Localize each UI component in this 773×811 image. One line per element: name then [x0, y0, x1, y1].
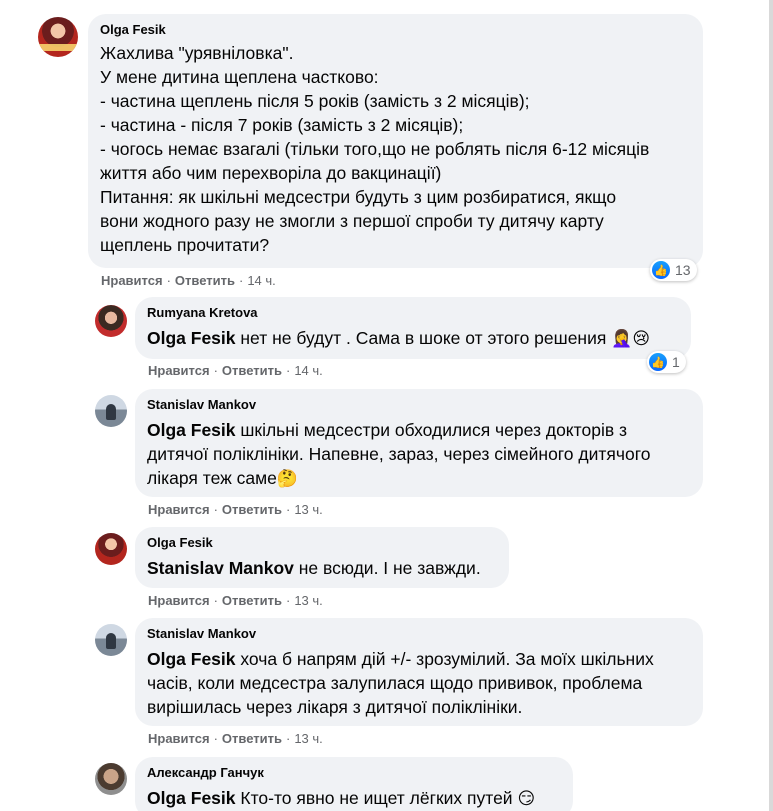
- comment-bubble: Stanislav Mankov Olga Fesik хоча б напря…: [135, 618, 703, 726]
- comment-author[interactable]: Olga Fesik: [100, 22, 691, 38]
- comment-text: Жахлива "урявніловка". У мене дитина щеп…: [100, 43, 650, 255]
- comment-text: Olga Fesik шкільні медсестри обходилися …: [147, 420, 651, 489]
- like-button[interactable]: Нравится: [148, 363, 210, 378]
- comment-author[interactable]: Olga Fesik: [147, 535, 497, 551]
- reply-button[interactable]: Ответить: [222, 502, 282, 517]
- comment-actions: Нравится · Ответить · 14 ч.: [148, 363, 323, 378]
- reaction-count[interactable]: 👍 1: [647, 351, 686, 373]
- comment-bubble: Olga Fesik Stanislav Mankov не всюди. І …: [135, 527, 509, 588]
- mention-link[interactable]: Stanislav Mankov: [147, 558, 294, 578]
- comment-time[interactable]: 13 ч.: [294, 731, 322, 746]
- comment-text: Olga Fesik нет не будут . Сама в шоке от…: [147, 328, 651, 349]
- like-button[interactable]: Нравится: [101, 273, 163, 288]
- comment-actions: Нравится · Ответить · 13 ч.: [148, 593, 323, 608]
- emoji: 🤔: [276, 469, 299, 489]
- mention-link[interactable]: Olga Fesik: [147, 420, 236, 440]
- like-icon: 👍: [649, 353, 667, 371]
- comment-time[interactable]: 14 ч.: [247, 273, 275, 288]
- reaction-count[interactable]: 👍 13: [650, 259, 697, 281]
- mention-link[interactable]: Olga Fesik: [147, 649, 236, 669]
- comment-author[interactable]: Rumyana Kretova: [147, 305, 679, 321]
- comment-text: Olga Fesik Кто-то явно не ищет лёгких пу…: [147, 788, 536, 809]
- like-button[interactable]: Нравится: [148, 502, 210, 517]
- like-button[interactable]: Нравится: [148, 593, 210, 608]
- comment-bubble: Stanislav Mankov Olga Fesik шкільні медс…: [135, 389, 703, 497]
- comment-bubble: Александр Ганчук Olga Fesik Кто-то явно …: [135, 757, 573, 811]
- reply-button[interactable]: Ответить: [222, 363, 282, 378]
- reply-button[interactable]: Ответить: [222, 731, 282, 746]
- like-icon: 👍: [652, 261, 670, 279]
- comment-bubble: Olga Fesik Жахлива "урявніловка". У мене…: [88, 14, 703, 268]
- comment-actions: Нравится · Ответить · 13 ч.: [148, 502, 323, 517]
- reply-button[interactable]: Ответить: [175, 273, 235, 288]
- emoji: 😏: [517, 789, 536, 809]
- avatar[interactable]: [95, 305, 127, 337]
- comment-author[interactable]: Stanislav Mankov: [147, 626, 691, 642]
- comment-thread: Olga Fesik Жахлива "урявніловка". У мене…: [0, 0, 773, 811]
- avatar[interactable]: [95, 395, 127, 427]
- avatar[interactable]: [95, 624, 127, 656]
- emoji: 🤦‍♀️😢: [611, 329, 651, 349]
- avatar[interactable]: [95, 763, 127, 795]
- comment-actions: Нравится · Ответить · 13 ч.: [148, 731, 323, 746]
- comment-text: Olga Fesik хоча б напрям дій +/- зрозумі…: [147, 649, 654, 717]
- reply-button[interactable]: Ответить: [222, 593, 282, 608]
- mention-link[interactable]: Olga Fesik: [147, 328, 236, 348]
- avatar[interactable]: [38, 17, 78, 57]
- comment-author[interactable]: Stanislav Mankov: [147, 397, 691, 413]
- comment-time[interactable]: 14 ч.: [294, 363, 322, 378]
- like-button[interactable]: Нравится: [148, 731, 210, 746]
- comment-text: Stanislav Mankov не всюди. І не завжди.: [147, 558, 481, 578]
- avatar[interactable]: [95, 533, 127, 565]
- mention-link[interactable]: Olga Fesik: [147, 788, 236, 808]
- comment-author[interactable]: Александр Ганчук: [147, 765, 561, 781]
- comment-bubble: Rumyana Kretova Olga Fesik нет не будут …: [135, 297, 691, 359]
- comment-time[interactable]: 13 ч.: [294, 502, 322, 517]
- comment-time[interactable]: 13 ч.: [294, 593, 322, 608]
- comment-actions: Нравится · Ответить · 14 ч.: [101, 273, 276, 288]
